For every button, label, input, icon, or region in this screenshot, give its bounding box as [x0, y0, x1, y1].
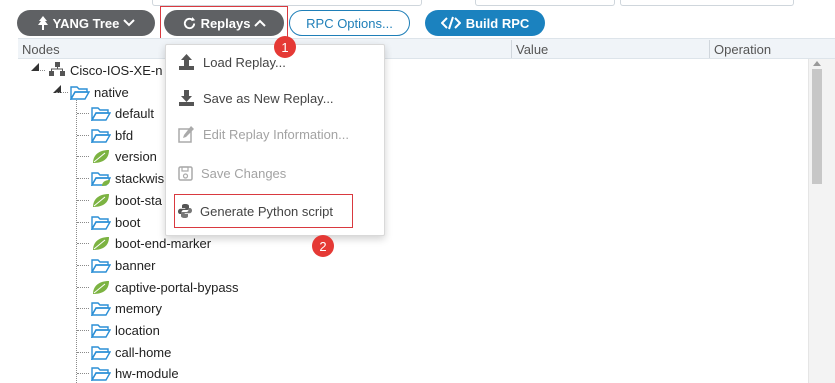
- tree-node-label: hw-module: [115, 365, 179, 381]
- step-marker-2: 2: [312, 235, 334, 257]
- tree-connector: [77, 265, 89, 266]
- tree-node-label: stackwis: [115, 170, 165, 186]
- tree-node-label: default: [115, 105, 155, 121]
- expanded-triangle-icon[interactable]: [31, 63, 39, 71]
- menu-item-label: Load Replay...: [203, 54, 286, 70]
- tree-connector: [77, 287, 89, 288]
- module-icon: [49, 62, 65, 76]
- column-nodes[interactable]: Nodes: [22, 42, 60, 57]
- folder-icon: [91, 366, 111, 381]
- leaf-icon: [93, 280, 109, 294]
- folder-icon: [91, 301, 111, 316]
- save-icon: [178, 165, 193, 181]
- step-marker-label: 1: [281, 39, 289, 55]
- tree-node-stackwis[interactable]: stackwis: [91, 168, 164, 188]
- tree-node-label: boot: [115, 214, 141, 230]
- tree-connector: [77, 135, 89, 136]
- tree-connector: [77, 330, 89, 331]
- folder-icon: [91, 106, 111, 121]
- tree-connector: [77, 178, 89, 179]
- vertical-scrollbar[interactable]: [808, 59, 835, 383]
- menu-item-save-as-new-replay[interactable]: Save as New Replay...: [178, 87, 334, 109]
- tree-node-label: call-home: [115, 344, 172, 360]
- tree-node-captive-portal-bypass[interactable]: captive-portal-bypass: [91, 277, 239, 297]
- tree-node-label: bfd: [115, 127, 134, 143]
- tree-node-location[interactable]: location: [91, 320, 160, 340]
- build-rpc-button[interactable]: Build RPC: [425, 10, 545, 36]
- edit-icon: [178, 125, 194, 143]
- rpc-options-label: RPC Options...: [306, 15, 393, 31]
- scroll-thumb[interactable]: [812, 69, 822, 184]
- column-operation[interactable]: Operation: [714, 42, 771, 57]
- scroll-up-arrow[interactable]: [813, 61, 821, 66]
- leaf-icon: [93, 193, 109, 207]
- column-separator: [709, 40, 710, 58]
- tree-icon: [37, 16, 48, 30]
- tree-connector: [56, 92, 68, 93]
- menu-item-label: Save Changes: [201, 165, 287, 181]
- folder-icon: [91, 258, 111, 273]
- tree-node-root[interactable]: Cisco-IOS-XE-n: [48, 60, 162, 80]
- tree-node-bfd[interactable]: bfd: [91, 125, 133, 145]
- menu-item-label: Edit Replay Information...: [203, 126, 349, 142]
- step-marker-1: 1: [274, 36, 296, 58]
- tree-node-label: Cisco-IOS-XE-n: [70, 62, 163, 78]
- tree-node-label: native: [94, 84, 129, 100]
- chevron-down-icon: [123, 19, 136, 27]
- generate-python-highlight: [174, 194, 353, 228]
- folder-leaf-icon: [91, 171, 111, 186]
- tree-node-banner[interactable]: banner: [91, 255, 155, 275]
- folder-icon: [91, 215, 111, 230]
- tree-node-native[interactable]: native: [70, 82, 129, 102]
- tree-node-call-home[interactable]: call-home: [91, 342, 171, 362]
- folder-icon: [91, 345, 111, 360]
- column-separator: [511, 40, 512, 58]
- column-value[interactable]: Value: [516, 42, 548, 57]
- tree-node-boot[interactable]: boot: [91, 212, 140, 232]
- tree-node-version[interactable]: version: [91, 146, 157, 166]
- yang-tree-label: YANG Tree: [52, 15, 120, 31]
- menu-item-load-replay[interactable]: Load Replay...: [178, 51, 286, 73]
- menu-item-label: Save as New Replay...: [203, 90, 334, 106]
- tree-connector: [77, 222, 89, 223]
- tree-connector: [77, 352, 89, 353]
- tree-node-label: boot-end-marker: [115, 235, 212, 251]
- tree-node-memory[interactable]: memory: [91, 298, 162, 318]
- top-field-2[interactable]: [620, 0, 794, 6]
- folder-open-icon: [70, 85, 90, 100]
- tree-node-default[interactable]: default: [91, 103, 154, 123]
- tree-connector: [77, 200, 89, 201]
- tree-node-label: memory: [115, 300, 162, 316]
- code-icon: [440, 16, 461, 30]
- tree-node-label: captive-portal-bypass: [115, 279, 239, 295]
- tree-node-boot-sta[interactable]: boot-sta: [91, 190, 162, 210]
- tree-node-label: location: [115, 322, 160, 338]
- build-rpc-label: Build RPC: [465, 15, 530, 31]
- tree-node-label: version: [115, 148, 157, 164]
- tree-node-boot-end-marker[interactable]: boot-end-marker: [91, 233, 211, 253]
- download-icon: [179, 89, 194, 106]
- tree-node-label: banner: [115, 257, 156, 273]
- folder-icon: [91, 128, 111, 143]
- top-field[interactable]: [475, 0, 615, 6]
- tree-connector: [77, 243, 89, 244]
- tree-connector: [77, 373, 89, 374]
- step-marker-label: 2: [319, 238, 327, 254]
- leaf-icon: [93, 236, 109, 250]
- yang-tree-button[interactable]: YANG Tree: [17, 10, 155, 36]
- tree-connector: [77, 113, 89, 114]
- tree-connector: [76, 100, 77, 383]
- menu-item-save-changes[interactable]: Save Changes: [178, 162, 286, 184]
- tree-node-label: boot-sta: [115, 192, 162, 208]
- folder-icon: [91, 323, 111, 338]
- rpc-options-button[interactable]: RPC Options...: [289, 10, 410, 36]
- replays-highlight: [160, 6, 288, 40]
- menu-item-edit-replay-information[interactable]: Edit Replay Information...: [178, 123, 349, 145]
- leaf-icon: [93, 149, 109, 163]
- upload-icon: [179, 53, 194, 70]
- tree-connector: [77, 156, 89, 157]
- tree-connector: [77, 308, 89, 309]
- table-header: Nodes Value Operation: [18, 38, 835, 59]
- tree-node-hw-module[interactable]: hw-module: [91, 363, 179, 383]
